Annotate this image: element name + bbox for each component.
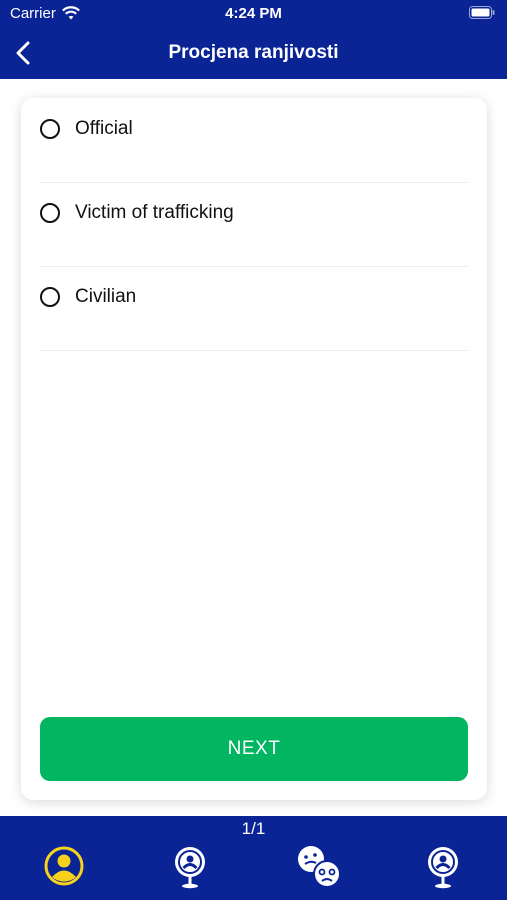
- page-title: Procjena ranjivosti: [168, 42, 339, 63]
- emotion-faces-icon: [298, 846, 341, 888]
- next-button[interactable]: NEXT: [40, 717, 468, 781]
- tab-bar: [0, 840, 507, 900]
- tab-profile[interactable]: [42, 844, 86, 890]
- option-civilian[interactable]: Civilian: [40, 266, 468, 351]
- app-header: Carrier 4:24 PM Procjena ranjivosti: [0, 0, 507, 79]
- tab-user-location-2[interactable]: [421, 844, 465, 890]
- options-card: Official Victim of trafficking Civilian …: [21, 98, 487, 800]
- user-location-icon: [428, 847, 458, 889]
- status-time: 4:24 PM: [225, 5, 282, 22]
- radio-button[interactable]: [40, 119, 60, 139]
- nav-bar: Procjena ranjivosti: [0, 28, 507, 79]
- radio-button[interactable]: [40, 287, 60, 307]
- user-profile-icon: [44, 846, 84, 886]
- tab-user-location[interactable]: [168, 844, 212, 890]
- option-victim-of-trafficking[interactable]: Victim of trafficking: [40, 182, 468, 267]
- user-location-icon: [175, 847, 205, 889]
- option-official[interactable]: Official: [40, 98, 468, 183]
- tab-emotions[interactable]: [295, 844, 341, 890]
- option-label: Civilian: [75, 286, 137, 307]
- status-bar: Carrier 4:24 PM: [0, 0, 507, 28]
- option-label: Victim of trafficking: [75, 202, 234, 223]
- radio-button[interactable]: [40, 203, 60, 223]
- battery-icon: [469, 6, 495, 23]
- option-label: Official: [75, 118, 133, 139]
- page-indicator: 1/1: [0, 816, 507, 840]
